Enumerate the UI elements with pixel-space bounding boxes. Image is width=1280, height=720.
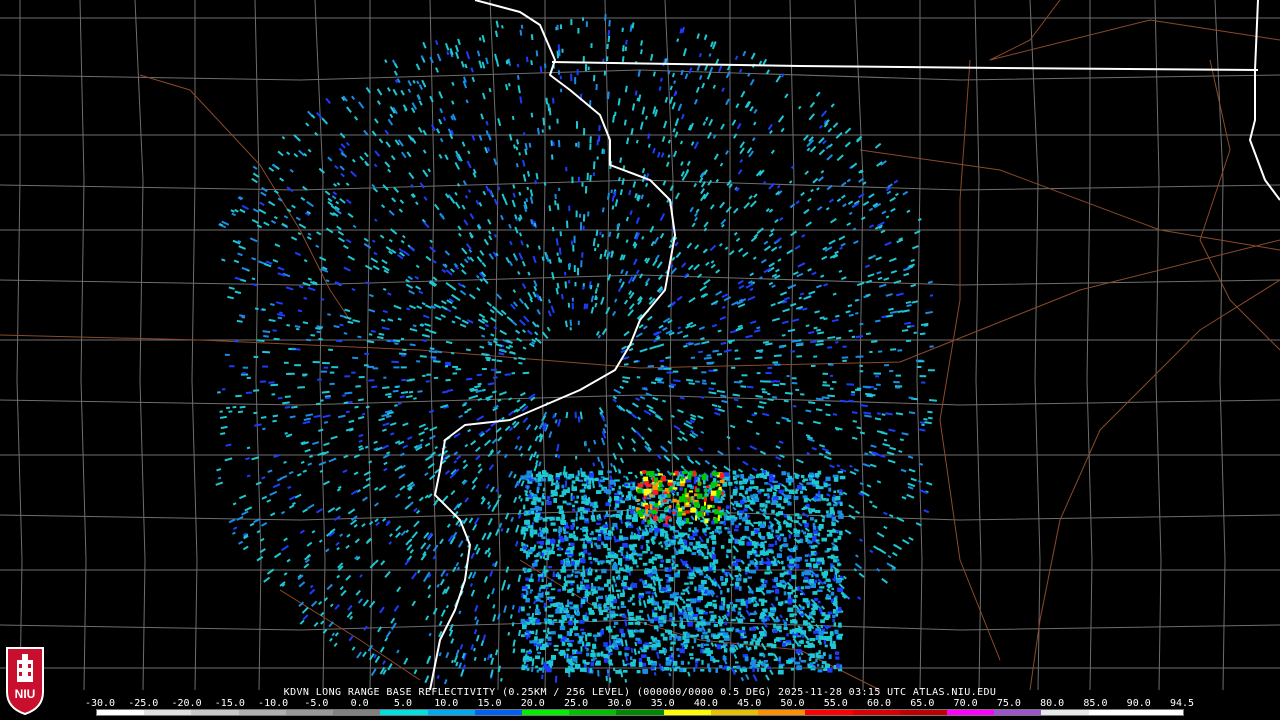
color-bar-swatch bbox=[191, 710, 239, 715]
color-bar-swatch bbox=[474, 710, 522, 715]
color-bar-swatch bbox=[1135, 710, 1184, 715]
logo-text: NIU bbox=[15, 687, 36, 701]
reflectivity-color-scale bbox=[96, 709, 1184, 716]
product-header: KDVN LONG RANGE BASE REFLECTIVITY (0.25K… bbox=[283, 687, 997, 698]
scale-label: 25.0 bbox=[564, 698, 589, 709]
county-line bbox=[0, 179, 1280, 191]
color-bar-swatch bbox=[144, 710, 192, 715]
scale-label: -10.0 bbox=[258, 698, 289, 709]
scale-label: 40.0 bbox=[693, 698, 718, 709]
county-line bbox=[254, 0, 262, 691]
county-line bbox=[16, 0, 23, 691]
county-line bbox=[916, 0, 923, 691]
scale-label: -5.0 bbox=[304, 698, 329, 709]
scale-label: 60.0 bbox=[866, 698, 892, 709]
scale-label: 70.0 bbox=[953, 698, 978, 709]
reflectivity-echoes bbox=[215, 14, 937, 685]
state-border bbox=[551, 61, 1259, 71]
color-bar-swatch bbox=[663, 710, 711, 715]
scale-label: -20.0 bbox=[171, 698, 202, 709]
color-bar-swatch bbox=[805, 710, 853, 715]
scale-label: -25.0 bbox=[128, 698, 159, 709]
color-bar-swatch bbox=[994, 710, 1042, 715]
color-bar-swatch bbox=[616, 710, 664, 715]
scale-label: 5.0 bbox=[393, 698, 412, 709]
county-line bbox=[134, 0, 146, 691]
color-bar-swatch bbox=[285, 710, 334, 715]
scale-label: 90.0 bbox=[1126, 698, 1151, 709]
scale-label: 55.0 bbox=[823, 698, 848, 709]
county-line bbox=[1086, 0, 1093, 691]
highway bbox=[1199, 59, 1280, 351]
scale-label: -15.0 bbox=[214, 698, 245, 709]
county-line bbox=[429, 0, 437, 691]
scale-label: 85.0 bbox=[1083, 698, 1108, 709]
color-bar-swatch bbox=[758, 710, 806, 715]
color-bar-swatch bbox=[1088, 710, 1136, 715]
scale-label: -30.0 bbox=[84, 698, 116, 709]
color-bar-swatch bbox=[380, 710, 428, 715]
radar-map-view: KDVN LONG RANGE BASE REFLECTIVITY (0.25K… bbox=[0, 0, 1280, 720]
color-bar-swatch bbox=[1041, 710, 1089, 715]
county-line bbox=[1029, 0, 1041, 691]
scale-label: 50.0 bbox=[780, 698, 805, 709]
highway bbox=[859, 149, 1280, 251]
county-line bbox=[366, 0, 373, 691]
color-bar-swatch bbox=[333, 710, 381, 715]
county-line bbox=[191, 0, 198, 691]
county-line bbox=[79, 0, 87, 691]
color-bar-swatch bbox=[521, 710, 570, 715]
highway bbox=[989, 0, 1280, 61]
scale-label: 10.0 bbox=[434, 698, 459, 709]
scale-label: 35.0 bbox=[650, 698, 675, 709]
radar-map bbox=[0, 0, 1280, 691]
niu-logo-icon: NIU bbox=[6, 647, 44, 716]
county-line bbox=[1154, 0, 1162, 691]
color-bar-swatch bbox=[852, 710, 900, 715]
color-bar-swatch bbox=[710, 710, 759, 715]
scale-labels: -30.0 -25.0 -20.0 -15.0 -10.0 -5.0 0.0 5.0 10.0 1… bbox=[85, 698, 1194, 709]
scale-label: 80.0 bbox=[1040, 698, 1065, 709]
color-bar-swatch bbox=[97, 710, 145, 715]
state-boundaries bbox=[429, 0, 1280, 691]
county-boundaries bbox=[0, 0, 1280, 691]
scale-label: 20.0 bbox=[520, 698, 545, 709]
color-bar-swatch bbox=[946, 710, 995, 715]
state-border bbox=[1249, 0, 1280, 201]
color-bar-swatch bbox=[238, 710, 286, 715]
scale-label: 0.0 bbox=[350, 698, 369, 709]
color-bar-swatch bbox=[427, 710, 475, 715]
scale-label: 15.0 bbox=[477, 698, 502, 709]
county-line bbox=[854, 0, 866, 691]
scale-label: 75.0 bbox=[996, 698, 1021, 709]
color-bar-swatch bbox=[899, 710, 947, 715]
scale-label: 45.0 bbox=[737, 698, 762, 709]
scale-label: 30.0 bbox=[607, 698, 632, 709]
scale-label: 94.5 bbox=[1169, 698, 1195, 709]
color-bar-swatch bbox=[569, 710, 617, 715]
county-line bbox=[974, 0, 982, 691]
scale-label: 65.0 bbox=[910, 698, 935, 709]
